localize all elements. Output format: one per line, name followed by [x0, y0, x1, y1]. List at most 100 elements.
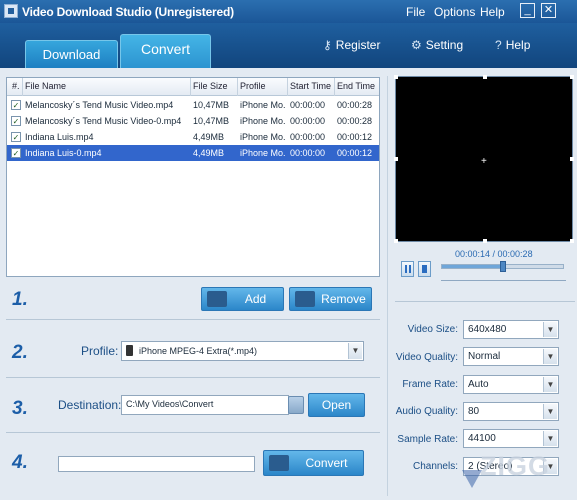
- register-label: Register: [335, 38, 381, 52]
- stop-button[interactable]: [418, 261, 431, 277]
- remove-file-icon: [295, 291, 315, 307]
- crop-handle[interactable]: [570, 75, 574, 79]
- table-row[interactable]: ✓ Melancosky´s Tend Music Video-0.mp4 10…: [7, 113, 379, 129]
- row-checkbox[interactable]: ✓: [11, 148, 21, 158]
- add-file-icon: [207, 291, 227, 307]
- convert-progress-bar: [58, 456, 255, 472]
- playback-fill: [442, 265, 503, 268]
- audio-quality-label: Audio Quality:: [395, 406, 458, 417]
- destination-label: Destination:: [58, 398, 122, 412]
- table-row[interactable]: ✓ Melancosky´s Tend Music Video.mp4 10,4…: [7, 97, 379, 113]
- trim-slider[interactable]: [441, 280, 566, 281]
- row-file-name: Indiana Luis-0.mp4: [25, 148, 102, 158]
- window-title: Video Download Studio (Unregistered): [22, 5, 234, 19]
- col-file-name[interactable]: File Name: [25, 81, 66, 91]
- destination-input[interactable]: C:\My Videos\Convert: [121, 395, 289, 415]
- watermark: ZIGG: [480, 451, 550, 481]
- row-end-time: 00:00:12: [337, 132, 373, 142]
- crop-handle[interactable]: [570, 239, 574, 243]
- profile-select[interactable]: iPhone MPEG-4 Extra(*.mp4) ▼: [121, 341, 364, 361]
- col-start-time[interactable]: Start Time: [290, 81, 331, 91]
- video-quality-select[interactable]: Normal ▼: [463, 347, 559, 366]
- crop-handle[interactable]: [570, 157, 574, 161]
- chevron-down-icon[interactable]: ▼: [543, 349, 557, 364]
- col-file-size[interactable]: File Size: [193, 81, 228, 91]
- row-checkbox[interactable]: ✓: [11, 132, 21, 142]
- row-start-time: 00:00:00: [290, 116, 326, 126]
- setting-link[interactable]: ⚙ Setting: [411, 38, 463, 52]
- crosshair-icon: +: [481, 156, 487, 167]
- row-file-size: 4,49MB: [193, 148, 225, 158]
- pause-button[interactable]: [401, 261, 414, 277]
- add-button[interactable]: Add: [201, 287, 284, 311]
- sample-rate-value: 44100: [468, 433, 496, 444]
- chevron-down-icon[interactable]: ▼: [543, 431, 557, 446]
- video-size-value: 640x480: [468, 324, 507, 335]
- convert-label: Convert: [305, 456, 348, 470]
- menu-file[interactable]: File: [406, 5, 425, 19]
- video-preview[interactable]: +: [394, 75, 574, 243]
- row-checkbox[interactable]: ✓: [11, 100, 21, 110]
- video-quality-value: Normal: [468, 351, 501, 362]
- settings-divider: [395, 301, 575, 302]
- app-icon: [4, 4, 18, 18]
- frame-rate-label: Frame Rate:: [402, 379, 458, 390]
- row-end-time: 00:00:28: [337, 100, 373, 110]
- col-index[interactable]: #.: [12, 81, 20, 91]
- phone-icon: [126, 345, 133, 356]
- chevron-down-icon[interactable]: ▼: [348, 343, 362, 359]
- col-end-time[interactable]: End Time: [337, 81, 375, 91]
- chevron-down-icon[interactable]: ▼: [543, 404, 557, 419]
- video-size-select[interactable]: 640x480 ▼: [463, 320, 559, 339]
- tab-convert[interactable]: Convert: [120, 34, 211, 68]
- profile-value: iPhone MPEG-4 Extra(*.mp4): [139, 346, 258, 356]
- gear-icon: ⚙: [411, 38, 422, 52]
- divider: [6, 319, 380, 320]
- menu-help[interactable]: Help: [480, 5, 505, 19]
- table-header: #. File Name File Size Profile Start Tim…: [7, 78, 379, 96]
- sample-rate-label: Sample Rate:: [397, 434, 458, 445]
- playback-slider[interactable]: [441, 261, 564, 272]
- step-2-number: 2.: [12, 342, 28, 363]
- folder-icon[interactable]: [288, 396, 304, 414]
- playback-thumb[interactable]: [499, 261, 506, 272]
- crop-handle[interactable]: [483, 239, 487, 243]
- divider: [6, 432, 380, 433]
- audio-quality-select[interactable]: 80 ▼: [463, 402, 559, 421]
- close-button[interactable]: ✕: [541, 3, 556, 18]
- register-link[interactable]: ⚷ Register: [323, 38, 380, 52]
- row-end-time: 00:00:12: [337, 148, 373, 158]
- col-profile[interactable]: Profile: [240, 81, 266, 91]
- chevron-down-icon[interactable]: ▼: [543, 322, 557, 337]
- remove-button[interactable]: Remove: [289, 287, 372, 311]
- audio-quality-value: 80: [468, 406, 480, 417]
- divider: [6, 377, 380, 378]
- profile-label: Profile:: [81, 344, 119, 358]
- help-link[interactable]: ? Help: [495, 38, 530, 52]
- convert-icon: [269, 455, 289, 471]
- table-row-selected[interactable]: ✓ Indiana Luis-0.mp4 4,49MB iPhone Mo...…: [7, 145, 379, 161]
- frame-rate-select[interactable]: Auto ▼: [463, 375, 559, 394]
- tab-bar: Download Convert ⚷ Register ⚙ Setting ? Hel…: [0, 23, 577, 70]
- row-profile: iPhone Mo...: [240, 148, 286, 158]
- video-quality-label: Video Quality:: [395, 352, 458, 363]
- row-start-time: 00:00:00: [290, 148, 326, 158]
- row-file-name: Melancosky´s Tend Music Video.mp4: [25, 100, 174, 110]
- crop-handle[interactable]: [394, 157, 398, 161]
- table-row[interactable]: ✓ Indiana Luis.mp4 4,49MB iPhone Mo... 0…: [7, 129, 379, 145]
- convert-button[interactable]: Convert: [263, 450, 364, 476]
- menu-options[interactable]: Options: [434, 5, 475, 19]
- crop-handle[interactable]: [394, 75, 398, 79]
- minimize-button[interactable]: _: [520, 3, 535, 18]
- crop-handle[interactable]: [394, 239, 398, 243]
- sample-rate-select[interactable]: 44100 ▼: [463, 429, 559, 448]
- crop-handle[interactable]: [483, 75, 487, 79]
- title-bar: Video Download Studio (Unregistered) Fil…: [0, 0, 577, 23]
- channels-label: Channels:: [412, 461, 458, 472]
- step-4-number: 4.: [12, 452, 28, 473]
- tab-download[interactable]: Download: [25, 40, 118, 70]
- panel-divider: [387, 76, 388, 496]
- chevron-down-icon[interactable]: ▼: [543, 377, 557, 392]
- row-checkbox[interactable]: ✓: [11, 116, 21, 126]
- open-button[interactable]: Open: [308, 393, 365, 417]
